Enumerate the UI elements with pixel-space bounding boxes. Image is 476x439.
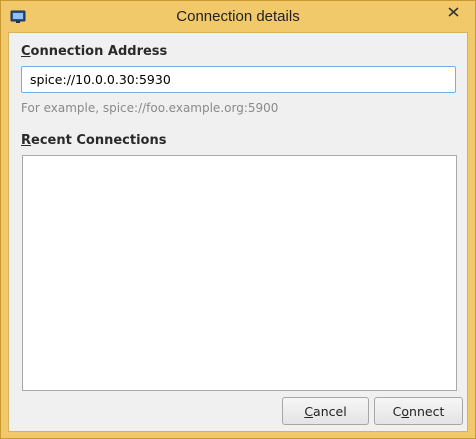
address-hint: For example, spice://foo.example.org:590… [21,101,279,115]
recent-connections-label: Recent Connections [21,133,167,148]
window-title: Connection details [176,8,300,25]
connection-address-label: Connection Address [21,44,168,59]
recent-connections-list[interactable] [22,155,457,391]
close-button[interactable] [438,1,468,21]
connection-details-window: Connection details Connection Address Fo… [0,0,476,439]
connect-button[interactable]: Co nnect [374,397,463,425]
cancel-button[interactable]: Cancel [282,397,369,425]
title-bar[interactable]: Connection details [1,1,475,32]
connection-address-input[interactable] [21,66,456,93]
dialog-content: Connection Address For example, spice://… [8,32,468,432]
close-icon [447,2,459,21]
